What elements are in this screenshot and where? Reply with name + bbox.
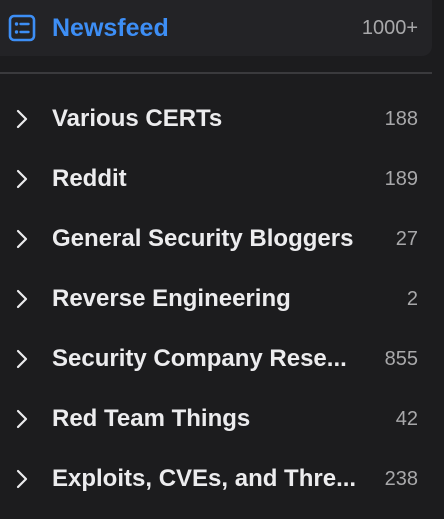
folder-label: Exploits, CVEs, and Thre... [52, 465, 357, 492]
folder-unread-count: 188 [384, 108, 418, 130]
folder-label: General Security Bloggers [52, 225, 354, 252]
folder-label: Various CERTs [52, 105, 223, 132]
sidebar: Newsfeed 1000+ Various CERTs 188 Reddit … [0, 0, 444, 519]
folder-unread-count: 42 [395, 408, 418, 430]
newsfeed-unread-count: 1000+ [361, 17, 418, 39]
folder-item-reddit[interactable]: Reddit 189 [0, 149, 444, 209]
divider [0, 72, 432, 74]
chevron-right-icon[interactable] [14, 288, 30, 310]
newsfeed-item[interactable]: Newsfeed 1000+ [0, 0, 432, 56]
folder-item-various-certs[interactable]: Various CERTs 188 [0, 89, 444, 149]
folder-label: Red Team Things [52, 405, 251, 432]
chevron-right-icon[interactable] [14, 228, 30, 250]
chevron-right-icon[interactable] [14, 468, 30, 490]
folder-item-security-company-research[interactable]: Security Company Rese... 855 [0, 329, 444, 389]
list-icon [8, 14, 36, 42]
folder-label: Reverse Engineering [52, 285, 291, 312]
folder-item-general-security-bloggers[interactable]: General Security Bloggers 27 [0, 209, 444, 269]
folder-label: Security Company Rese... [52, 345, 347, 372]
folder-unread-count: 238 [384, 468, 418, 490]
chevron-right-icon[interactable] [14, 408, 30, 430]
chevron-right-icon[interactable] [14, 348, 30, 370]
folder-item-red-team-things[interactable]: Red Team Things 42 [0, 389, 444, 449]
folder-unread-count: 2 [406, 288, 418, 310]
folder-unread-count: 189 [384, 168, 418, 190]
chevron-right-icon[interactable] [14, 108, 30, 130]
folder-item-exploits-cves[interactable]: Exploits, CVEs, and Thre... 238 [0, 449, 444, 509]
folder-unread-count: 855 [384, 348, 418, 370]
chevron-right-icon[interactable] [14, 168, 30, 190]
folder-unread-count: 27 [395, 228, 418, 250]
newsfeed-label: Newsfeed [52, 14, 169, 42]
folder-item-reverse-engineering[interactable]: Reverse Engineering 2 [0, 269, 444, 329]
folder-list: Various CERTs 188 Reddit 189 General Sec… [0, 89, 444, 509]
folder-label: Reddit [52, 165, 127, 192]
